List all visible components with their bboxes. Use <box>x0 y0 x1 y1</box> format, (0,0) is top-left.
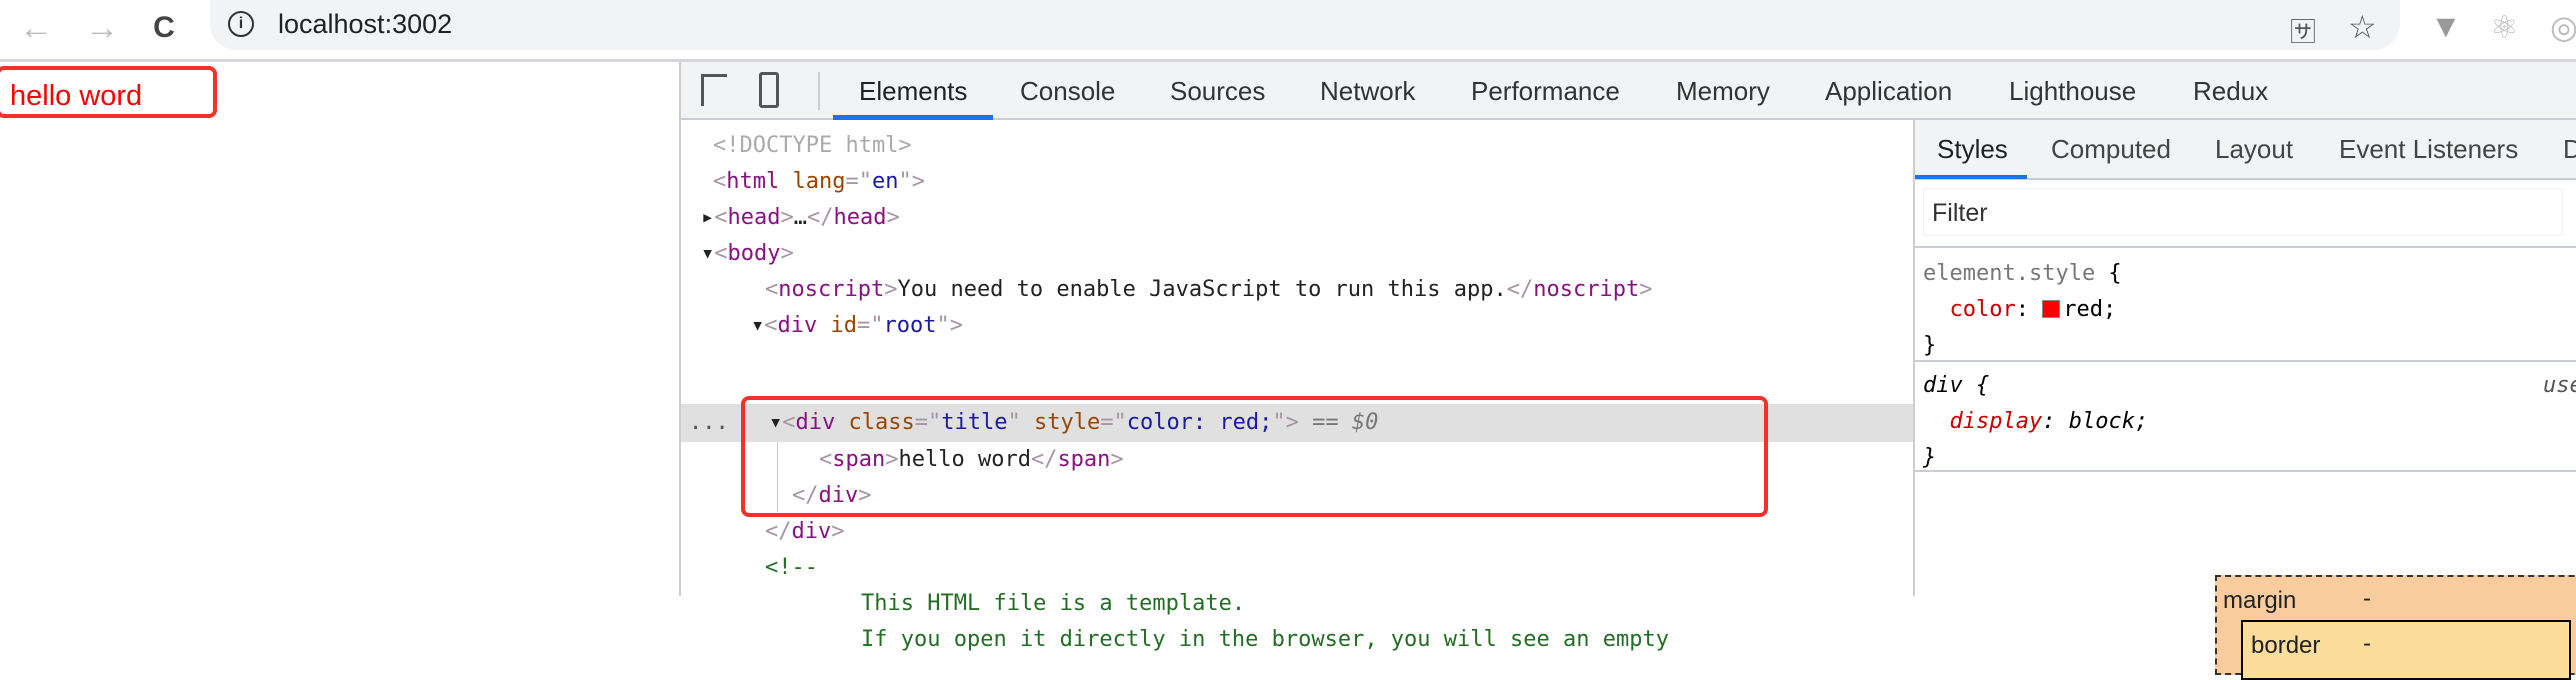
tab-network[interactable]: Network <box>1320 76 1415 107</box>
expand-arrow-icon: ▸ <box>701 205 715 230</box>
body-node[interactable]: ▾<body> <box>701 236 794 272</box>
divider <box>818 72 820 110</box>
tab-memory[interactable]: Memory <box>1676 76 1770 107</box>
collapse-arrow-icon: ▾ <box>751 313 765 338</box>
tab-event-listeners[interactable]: Event Listeners <box>2339 134 2518 165</box>
doctype-line[interactable]: <!DOCTYPE html> <box>713 128 912 164</box>
browser-toolbar: ← → C i localhost:3002 🈂 ☆ ▼ ⚛ ◎ <box>0 0 2576 62</box>
device-toggle-icon[interactable] <box>759 72 779 108</box>
forward-button[interactable]: → <box>80 6 124 50</box>
html-node[interactable]: <html lang="en"> <box>713 164 925 200</box>
tab-lighthouse[interactable]: Lighthouse <box>2009 76 2136 107</box>
tab-styles[interactable]: Styles <box>1937 134 2008 165</box>
comment-open[interactable]: <!-- <box>765 550 818 586</box>
divider <box>1915 360 2576 362</box>
styles-tabbar: Styles Computed Layout Event Listeners D <box>1915 120 2576 180</box>
devtools-panel: Elements Console Sources Network Perform… <box>679 62 2576 680</box>
comment-line: If you open it directly in the browser, … <box>861 627 1669 652</box>
color-swatch[interactable] <box>2042 300 2061 318</box>
tab-console[interactable]: Console <box>1020 76 1115 107</box>
divider <box>1915 470 2576 472</box>
tab-computed[interactable]: Computed <box>2051 134 2171 165</box>
element-style-rule[interactable]: element.style { color: red; } <box>1923 256 2122 364</box>
div-rule[interactable]: div { display: block; } <box>1923 368 2148 476</box>
tab-redux[interactable]: Redux <box>2193 76 2268 107</box>
more-options-icon[interactable]: ... <box>689 405 729 441</box>
tab-elements[interactable]: Elements <box>859 76 967 107</box>
hello-text: hello word <box>10 80 143 112</box>
star-icon[interactable]: ☆ <box>2348 8 2377 46</box>
rule-origin: use <box>2543 373 2576 398</box>
head-node[interactable]: ▸<head>…</head> <box>701 200 900 236</box>
url-text: localhost:3002 <box>278 9 453 39</box>
back-button[interactable]: ← <box>14 6 58 50</box>
tab-performance[interactable]: Performance <box>1471 76 1620 107</box>
page-viewport <box>0 62 679 596</box>
inspect-icon[interactable] <box>701 74 727 106</box>
noscript-node[interactable]: <noscript>You need to enable JavaScript … <box>765 272 1652 308</box>
extension-icon[interactable]: ◎ <box>2550 8 2576 46</box>
tab-application[interactable]: Application <box>1825 76 1952 107</box>
tab-layout[interactable]: Layout <box>2215 134 2293 165</box>
root-div-close[interactable]: </div> <box>765 514 845 550</box>
vue-extension-icon[interactable]: ▼ <box>2430 8 2462 45</box>
divider <box>1915 246 2576 248</box>
styles-filter-input[interactable]: Filter <box>1923 188 2563 236</box>
react-extension-icon[interactable]: ⚛ <box>2490 8 2519 46</box>
root-div-node[interactable]: ▾<div id="root"> <box>751 308 963 344</box>
info-icon[interactable]: i <box>228 11 254 37</box>
elements-tree: <!DOCTYPE html> <html lang="en"> ▸<head>… <box>681 120 1913 652</box>
comment-line: This HTML file is a template. <box>861 591 1246 616</box>
tab-dom-breakpoints[interactable]: D <box>2563 134 2576 165</box>
devtools-tabbar: Elements Console Sources Network Perform… <box>681 62 2576 120</box>
active-tab-indicator <box>1915 175 2027 179</box>
collapse-arrow-icon: ▾ <box>701 241 715 266</box>
annotation-box <box>741 396 1768 517</box>
reload-button[interactable]: C <box>142 6 186 50</box>
translate-icon[interactable]: 🈂 <box>2290 12 2316 49</box>
address-bar[interactable]: i localhost:3002 <box>210 0 2400 50</box>
box-model-border[interactable]: border - <box>2241 620 2571 680</box>
styles-pane: Styles Computed Layout Event Listeners D… <box>1913 120 2576 680</box>
tab-sources[interactable]: Sources <box>1170 76 1265 107</box>
